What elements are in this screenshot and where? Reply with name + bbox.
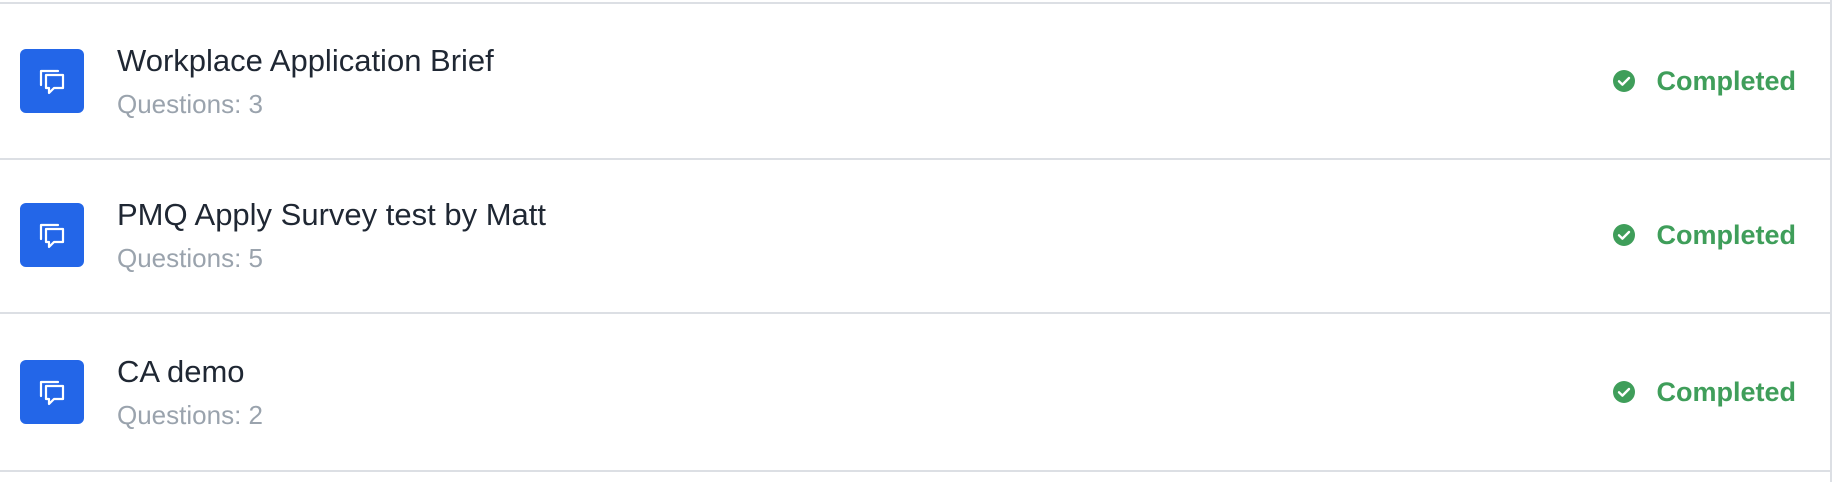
question-count: Questions: 5 [117,243,263,273]
survey-row[interactable]: CA demo Questions: 2 Completed [0,314,1830,472]
question-count: Questions: 3 [117,89,263,119]
status-label: Completed [1656,220,1796,250]
survey-list: Workplace Application Brief Questions: 3… [0,0,1832,482]
survey-row[interactable]: Workplace Application Brief Questions: 3… [0,2,1830,160]
chat-bubbles-icon [20,360,84,424]
question-count: Questions: 2 [117,400,263,430]
check-circle-icon [1613,70,1636,92]
status-label: Completed [1656,377,1796,407]
chat-bubbles-icon [20,203,84,267]
status-label: Completed [1656,66,1796,96]
status-badge: Completed [1612,218,1796,252]
survey-title: CA demo [117,354,245,389]
status-badge: Completed [1612,64,1796,98]
survey-title: PMQ Apply Survey test by Matt [117,197,546,232]
check-circle-icon [1613,224,1636,246]
survey-row[interactable]: PMQ Apply Survey test by Matt Questions:… [0,158,1830,314]
chat-bubbles-icon [20,49,84,113]
status-badge: Completed [1612,375,1796,409]
check-circle-icon [1613,381,1636,403]
survey-title: Workplace Application Brief [117,43,494,78]
